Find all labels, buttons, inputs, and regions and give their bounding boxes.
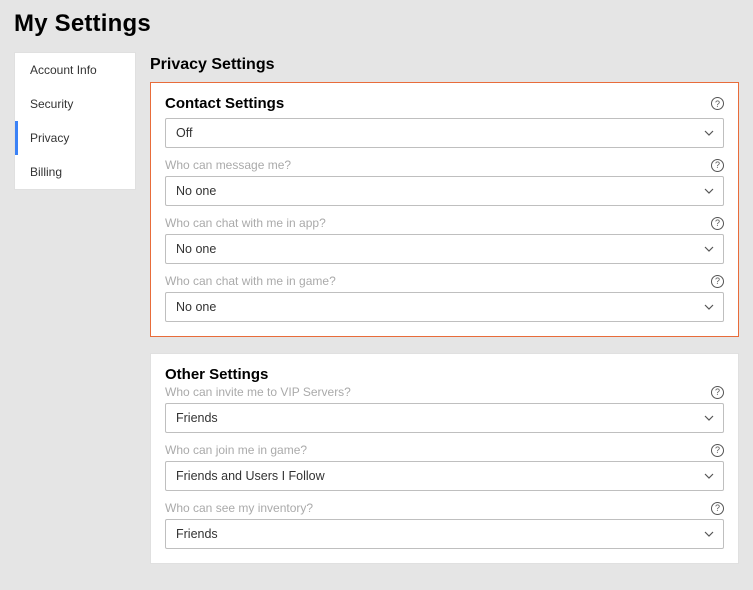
field-label: Who can chat with me in game? bbox=[165, 274, 336, 288]
select-value: Friends and Users I Follow bbox=[176, 469, 325, 483]
field-label: Who can join me in game? bbox=[165, 443, 307, 457]
inventory-select[interactable]: Friends bbox=[165, 519, 724, 549]
sidebar-item-privacy[interactable]: Privacy bbox=[15, 121, 135, 155]
select-value: No one bbox=[176, 300, 216, 314]
help-icon[interactable]: ? bbox=[711, 275, 724, 288]
help-icon[interactable]: ? bbox=[711, 159, 724, 172]
help-icon[interactable]: ? bbox=[711, 386, 724, 399]
section-title: Privacy Settings bbox=[150, 56, 739, 74]
field-row-message: Who can message me? ? bbox=[165, 158, 724, 172]
chat-app-select[interactable]: No one bbox=[165, 234, 724, 264]
field-row-vip: Who can invite me to VIP Servers? ? bbox=[165, 385, 724, 399]
main-content: Privacy Settings Contact Settings ? Off bbox=[150, 52, 739, 580]
sidebar: Account Info Security Privacy Billing bbox=[14, 52, 136, 190]
field-label: Who can message me? bbox=[165, 158, 291, 172]
contact-settings-header: Contact Settings ? bbox=[165, 95, 724, 112]
help-icon[interactable]: ? bbox=[711, 444, 724, 457]
help-icon[interactable]: ? bbox=[711, 502, 724, 515]
other-settings-title: Other Settings bbox=[165, 366, 268, 383]
select-value: No one bbox=[176, 184, 216, 198]
select-value: Off bbox=[176, 126, 192, 140]
sidebar-item-security[interactable]: Security bbox=[15, 87, 135, 121]
contact-settings-panel: Contact Settings ? Off Who can message m… bbox=[150, 82, 739, 337]
sidebar-item-account-info[interactable]: Account Info bbox=[15, 53, 135, 87]
sidebar-item-billing[interactable]: Billing bbox=[15, 155, 135, 189]
select-value: No one bbox=[176, 242, 216, 256]
chat-game-select[interactable]: No one bbox=[165, 292, 724, 322]
field-row-join-game: Who can join me in game? ? bbox=[165, 443, 724, 457]
join-game-select[interactable]: Friends and Users I Follow bbox=[165, 461, 724, 491]
field-row-chat-app: Who can chat with me in app? ? bbox=[165, 216, 724, 230]
layout: Account Info Security Privacy Billing Pr… bbox=[14, 52, 739, 580]
contact-settings-title: Contact Settings bbox=[165, 95, 284, 112]
message-select[interactable]: No one bbox=[165, 176, 724, 206]
vip-select[interactable]: Friends bbox=[165, 403, 724, 433]
field-row-inventory: Who can see my inventory? ? bbox=[165, 501, 724, 515]
select-value: Friends bbox=[176, 527, 218, 541]
field-row-chat-game: Who can chat with me in game? ? bbox=[165, 274, 724, 288]
field-label: Who can chat with me in app? bbox=[165, 216, 326, 230]
contact-settings-main-select[interactable]: Off bbox=[165, 118, 724, 148]
other-settings-panel: Other Settings Who can invite me to VIP … bbox=[150, 353, 739, 564]
page-title: My Settings bbox=[14, 10, 739, 38]
field-label: Who can see my inventory? bbox=[165, 501, 313, 515]
help-icon[interactable]: ? bbox=[711, 217, 724, 230]
select-value: Friends bbox=[176, 411, 218, 425]
help-icon[interactable]: ? bbox=[711, 97, 724, 110]
field-label: Who can invite me to VIP Servers? bbox=[165, 385, 351, 399]
other-settings-header: Other Settings bbox=[165, 366, 724, 383]
